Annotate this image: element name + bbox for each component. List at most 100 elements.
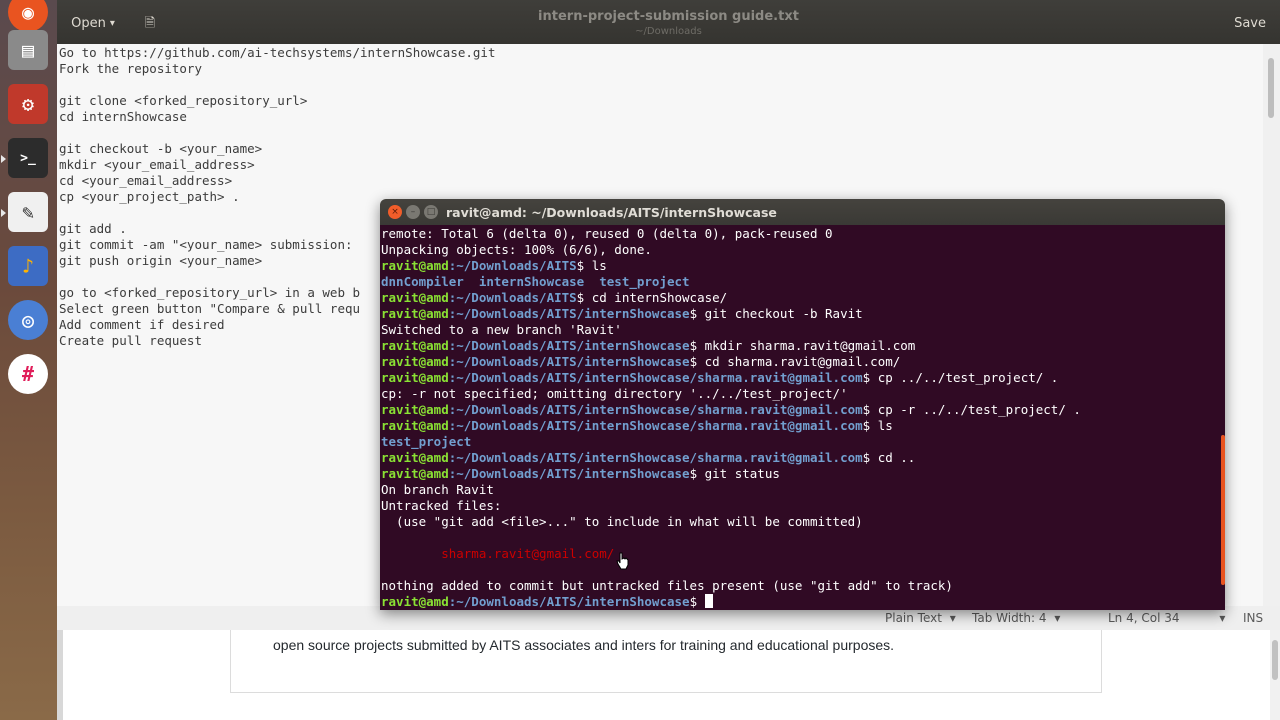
terminal-line: ravit@amd:~/Downloads/AITS/internShowcas… [381, 450, 915, 466]
terminal-line: Untracked files: [381, 498, 501, 514]
chromium-icon: ◎ [8, 300, 48, 340]
chevron-down-icon: ▾ [1219, 611, 1226, 625]
prompt-user: ravit@amd [381, 450, 449, 465]
minimize-icon: – [410, 207, 416, 217]
close-icon: × [391, 207, 399, 217]
command-text: $ ls [862, 418, 893, 433]
launcher-button[interactable]: ♪ [6, 244, 50, 288]
minimize-button[interactable]: – [406, 205, 420, 219]
terminal-line: ravit@amd:~/Downloads/AITS/internShowcas… [381, 354, 900, 370]
command-text: $ git checkout -b Ravit [689, 306, 863, 321]
scrollbar-thumb[interactable] [1268, 58, 1274, 118]
command-text: $ cd internShowcase/ [576, 290, 728, 305]
launcher-button[interactable]: ◎ [6, 298, 50, 342]
prompt-path: :~/Downloads/AITS/internShowcase [448, 594, 690, 609]
prompt-user: ravit@amd [381, 370, 449, 385]
editor-line: git add . [59, 221, 127, 236]
launcher-button[interactable]: ⚙ [6, 82, 50, 126]
prompt-path: :~/Downloads/AITS/internShowcase [448, 338, 690, 353]
terminal-line: ravit@amd:~/Downloads/AITS/internShowcas… [381, 466, 780, 482]
directory-listing: dnnCompiler internShowcase test_project [381, 274, 690, 289]
chevron-down-icon: ▾ [1054, 611, 1061, 625]
maximize-button[interactable]: □ [424, 205, 438, 219]
editor-headerbar: Open ▾ 🗎 intern-project-submission guide… [57, 0, 1280, 44]
chevron-down-icon: ▾ [949, 611, 956, 625]
editor-scrollbar[interactable] [1263, 44, 1280, 630]
editor-line: git clone <forked_repository_url> [59, 93, 308, 108]
command-text: $ ls [576, 258, 607, 273]
output-text: (use "git add <file>..." to include in w… [381, 514, 863, 529]
terminal-line: ravit@amd:~/Downloads/AITS/internShowcas… [381, 418, 893, 434]
launcher-button[interactable]: >_ [1, 136, 50, 180]
running-indicator [1, 155, 6, 163]
terminal-output[interactable]: remote: Total 6 (delta 0), reused 0 (del… [380, 225, 1225, 610]
terminal-titlebar[interactable]: × – □ ravit@amd: ~/Downloads/AITS/intern… [380, 199, 1225, 225]
terminal-line: ravit@amd:~/Downloads/AITS$ ls [381, 258, 607, 274]
terminal-line: ravit@amd:~/Downloads/AITS/internShowcas… [381, 306, 863, 322]
readme-text: open source projects submitted by AITS a… [273, 637, 895, 653]
terminal-line: test_project [381, 434, 471, 450]
editor-line: git commit -am "<your_name> submission: [59, 237, 353, 252]
terminal-line: ravit@amd:~/Downloads/AITS/internShowcas… [381, 370, 1058, 386]
prompt-user: ravit@amd [381, 466, 449, 481]
maximize-icon: □ [426, 207, 436, 217]
terminal-scrollbar[interactable] [1221, 435, 1225, 585]
launcher-button[interactable]: ✎ [1, 190, 50, 234]
editor-line: Go to https://github.com/ai-techsystems/… [59, 45, 496, 60]
language-selector[interactable]: Plain Text ▾ [885, 611, 956, 625]
running-indicator [1, 209, 6, 217]
tab-width-selector[interactable]: Tab Width: 4 ▾ [972, 611, 1060, 625]
editor-line: Add comment if desired [59, 317, 225, 332]
browser-edge [57, 630, 63, 720]
terminal-line: ravit@amd:~/Downloads/AITS/internShowcas… [381, 594, 713, 610]
launcher-button[interactable]: # [6, 352, 50, 396]
output-text: nothing added to commit but untracked fi… [381, 578, 953, 593]
scrollbar-thumb[interactable] [1272, 640, 1278, 680]
prompt-user: ravit@amd [381, 258, 449, 273]
directory-listing: test_project [381, 434, 472, 449]
cursor-position-label: Ln 4, Col 34 [1108, 611, 1180, 625]
output-text: Switched to a new branch 'Ravit' [381, 322, 622, 337]
readme-box: open source projects submitted by AITS a… [230, 630, 1102, 693]
terminal-line: ravit@amd:~/Downloads/AITS$ cd internSho… [381, 290, 727, 306]
output-text: remote: Total 6 (delta 0), reused 0 (del… [381, 226, 833, 241]
command-text: $ [689, 594, 705, 609]
terminal-line: dnnCompiler internShowcase test_project [381, 274, 690, 290]
cursor-position[interactable]: Ln 4, Col 34 ▾ [1108, 611, 1225, 625]
prompt-user: ravit@amd [381, 594, 449, 609]
terminal-line: ravit@amd:~/Downloads/AITS/internShowcas… [381, 338, 915, 354]
prompt-path: :~/Downloads/AITS [448, 258, 577, 273]
prompt-path: :~/Downloads/AITS/internShowcase [448, 466, 690, 481]
command-text: $ cd .. [862, 450, 916, 465]
audacity-icon: ♪ [8, 246, 48, 286]
terminal-line: ravit@amd:~/Downloads/AITS/internShowcas… [381, 402, 1081, 418]
text-editor-icon: ✎ [8, 192, 48, 232]
command-text: $ cp ../../test_project/ . [862, 370, 1059, 385]
prompt-path: :~/Downloads/AITS/internShowcase/sharma.… [448, 418, 863, 433]
save-button[interactable]: Save [1234, 16, 1266, 31]
launcher-button[interactable]: ▤ [6, 28, 50, 72]
prompt-user: ravit@amd [381, 418, 449, 433]
prompt-path: :~/Downloads/AITS/internShowcase [448, 306, 690, 321]
prompt-path: :~/Downloads/AITS/internShowcase/sharma.… [448, 450, 863, 465]
command-text: $ mkdir sharma.ravit@gmail.com [689, 338, 916, 353]
command-text: $ git status [689, 466, 780, 481]
prompt-user: ravit@amd [381, 306, 449, 321]
editor-line: Select green button "Compare & pull requ [59, 301, 361, 316]
close-button[interactable]: × [388, 205, 402, 219]
terminal-line: sharma.ravit@gmail.com/ [381, 546, 614, 562]
command-text: $ cd sharma.ravit@gmail.com/ [689, 354, 901, 369]
browser-content: open source projects submitted by AITS a… [57, 630, 1280, 720]
prompt-path: :~/Downloads/AITS/internShowcase/sharma.… [448, 370, 863, 385]
terminal-line: Switched to a new branch 'Ravit' [381, 322, 622, 338]
prompt-user: ravit@amd [381, 290, 449, 305]
output-text: Untracked files: [381, 498, 502, 513]
editor-line: cd <your_email_address> [59, 173, 233, 188]
browser-scrollbar[interactable] [1270, 630, 1280, 720]
editor-line: cd internShowcase [59, 109, 187, 124]
editor-line: go to <forked_repository_url> in a web b [59, 285, 361, 300]
insert-mode: INS [1243, 611, 1264, 625]
slack-icon: # [8, 354, 48, 394]
editor-line: git checkout -b <your_name> [59, 141, 263, 156]
prompt-path: :~/Downloads/AITS/internShowcase [448, 354, 690, 369]
